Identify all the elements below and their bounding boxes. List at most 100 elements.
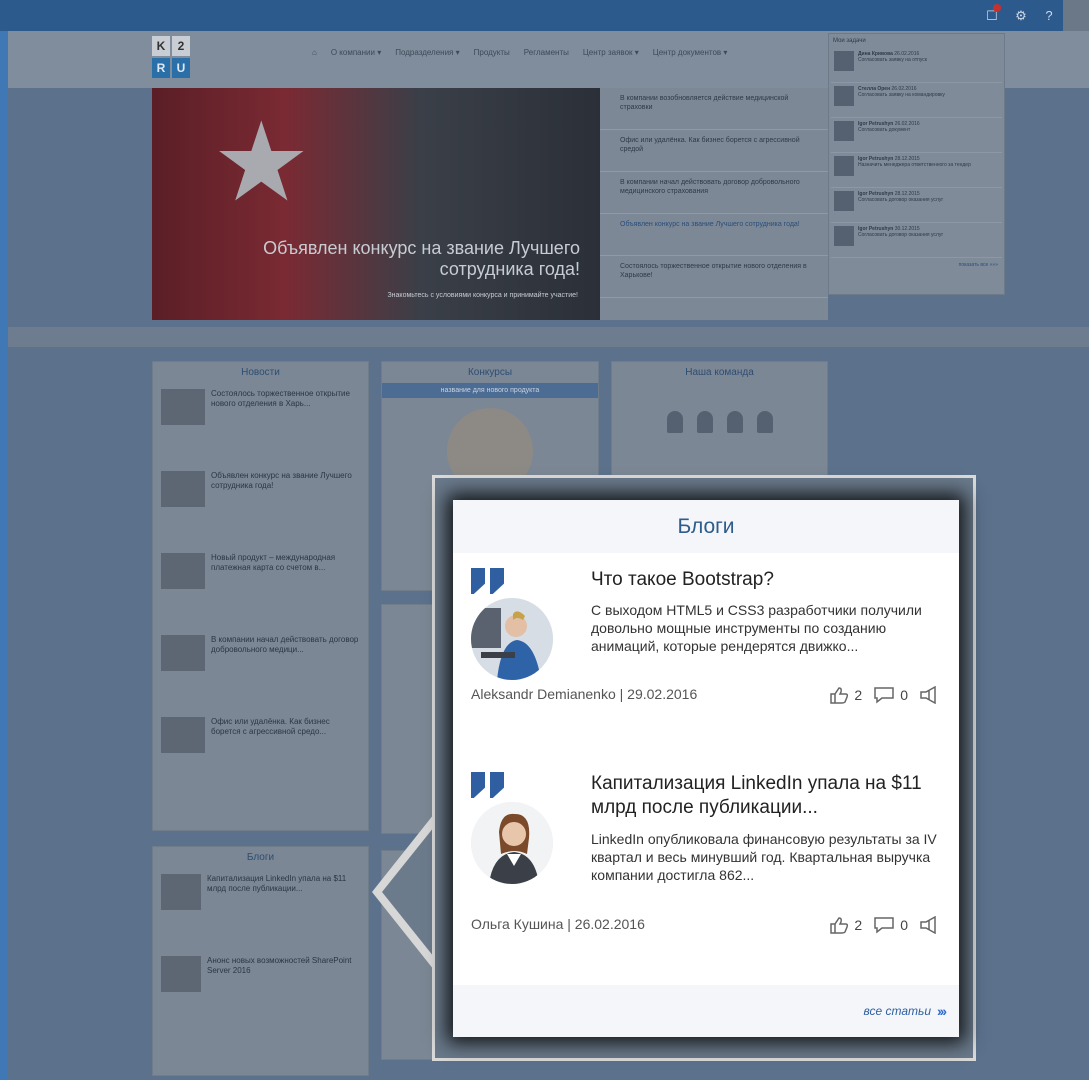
task-item[interactable]: Стелла Орен 26.02.2016 Согласовать заявку… (831, 83, 1002, 118)
nav-item-departments[interactable]: Подразделения ▾ (395, 48, 459, 57)
avatar (834, 121, 854, 141)
blogs-title: Блоги (453, 500, 959, 553)
logo-letter: R (152, 58, 170, 78)
hero-news-item[interactable]: Состоялось торжественное открытие нового… (600, 256, 828, 298)
task-text: Согласовать документ (858, 127, 911, 133)
tasks-dropdown: Мои задачи Дина Кривова 26.02.2016 Соглас… (828, 33, 1005, 295)
blog-item[interactable]: Капитализация LinkedIn упала на $11 млрд… (153, 868, 368, 950)
contests-widget-title: Конкурсы (467, 367, 513, 378)
blog-post-actions: 2 0 (829, 686, 941, 704)
tasks-icon[interactable]: ☐ (979, 0, 1005, 31)
like-icon[interactable] (829, 686, 849, 704)
comments-count: 0 (900, 917, 908, 933)
avatar (161, 874, 201, 910)
task-item[interactable]: Дина Кривова 26.02.2016 Согласовать заявк… (831, 48, 1002, 83)
blog-post-author: Ольга Кушина | 26.02.2016 (471, 916, 645, 932)
team-members (612, 383, 827, 433)
task-item[interactable]: Igor Petrushyn 28.12.2015 Согласовать дог… (831, 188, 1002, 223)
likes-count: 2 (854, 687, 863, 703)
comment-icon[interactable] (873, 916, 895, 934)
tasks-show-all-link[interactable]: показать все »»» (829, 258, 1004, 272)
hero-subtitle: Знакомьтесь с условиями конкурса и прини… (387, 292, 578, 299)
news-item-title: Состоялось торжественное открытие нового… (211, 389, 350, 408)
callout-pointer-inner (382, 822, 438, 962)
news-item[interactable]: Офис или удалёнка. Как бизнес борется с … (153, 711, 368, 793)
hero-news-item[interactable]: Объявлен конкурс на звание Лучшего сотру… (600, 214, 828, 256)
blog-item[interactable]: Анонс новых возможностей SharePoint Serv… (153, 950, 368, 1032)
news-thumbnail (161, 389, 205, 425)
news-item-title: Новый продукт – международная платежная … (211, 553, 336, 572)
blog-post-actions: 2 0 (829, 916, 941, 934)
hero-title: Объявлен конкурс на звание Лучшего сотру… (263, 238, 580, 279)
nav-item-regulations[interactable]: Регламенты (524, 48, 569, 57)
blog-item-title: Анонс новых возможностей SharePoint Serv… (207, 956, 352, 975)
news-item[interactable]: Состоялось торжественное открытие нового… (153, 383, 368, 465)
contest-subtitle: название для нового продукта (382, 383, 598, 398)
news-thumbnail (161, 717, 205, 753)
task-text: Согласовать заявку на отпуск (858, 57, 927, 63)
task-text: Согласовать договор оказания услуг (858, 232, 944, 238)
avatar[interactable] (666, 411, 683, 433)
task-item[interactable]: Igor Petrushyn 26.02.2016 Согласовать док… (831, 118, 1002, 153)
notification-badge (993, 4, 1001, 12)
logo[interactable]: K 2 R U (152, 36, 190, 78)
avatar[interactable] (726, 411, 743, 433)
avatar[interactable] (696, 411, 713, 433)
avatar[interactable] (471, 802, 553, 884)
logo-letter: U (172, 58, 190, 78)
task-text: Назначить менеджера ответственного за те… (858, 162, 971, 168)
quote-icon (471, 772, 504, 798)
avatar (161, 956, 201, 992)
hero-news-item[interactable]: Офис или удалёнка. Как бизнес борется с … (600, 130, 828, 172)
like-icon[interactable] (829, 916, 849, 934)
task-item[interactable]: Igor Petrushyn 28.12.2015 Назначить менед… (831, 153, 1002, 188)
divider-band (8, 327, 1089, 347)
hero-banner[interactable]: ★ Объявлен конкурс на звание Лучшего сот… (152, 88, 600, 320)
hero-news-item[interactable]: В компании возобновляется действие медиц… (600, 88, 828, 130)
blog-post-excerpt: С выходом HTML5 и CSS3 разработчики полу… (591, 602, 922, 654)
blogs-zoom-popup: Блоги Что такое Bootstrap? С выходом HTM… (432, 475, 976, 1061)
all-articles-link[interactable]: все статьи ››› (453, 985, 959, 1037)
nav-item-company[interactable]: О компании ▾ (331, 48, 381, 57)
blogs-widget-title: Блоги (246, 852, 275, 863)
news-item-title: Офис или удалёнка. Как бизнес борется с … (211, 717, 330, 736)
blog-post[interactable]: Что такое Bootstrap? С выходом HTML5 и C… (453, 568, 959, 728)
star-award-icon: ★ (212, 101, 311, 224)
task-item[interactable]: Igor Petrushyn 30.12.2015 Согласовать дог… (831, 223, 1002, 258)
blogs-widget-small: Блоги Капитализация LinkedIn упала на $1… (152, 846, 369, 1076)
nav-item-documents[interactable]: Центр документов ▾ (653, 48, 728, 57)
team-widget: Наша команда (611, 361, 828, 481)
gear-icon[interactable]: ⚙ (1008, 0, 1034, 31)
team-widget-title: Наша команда (685, 367, 754, 378)
user-avatar[interactable] (1063, 0, 1089, 31)
nav-item-products[interactable]: Продукты (474, 48, 510, 57)
hero-news-list: В компании возобновляется действие медиц… (600, 88, 828, 320)
avatar[interactable] (471, 598, 553, 680)
avatar (834, 51, 854, 71)
news-widget-title: Новости (241, 367, 280, 378)
all-articles-label: все статьи (863, 1004, 931, 1018)
hero-news-item[interactable]: В компании начал действовать договор доб… (600, 172, 828, 214)
nav-item-requests[interactable]: Центр заявок ▾ (583, 48, 639, 57)
help-icon[interactable]: ? (1036, 0, 1062, 31)
avatar[interactable] (756, 411, 773, 433)
news-item[interactable]: Новый продукт – международная платежная … (153, 547, 368, 629)
chevrons-right-icon: ››› (937, 1003, 947, 1019)
blog-post-title[interactable]: Капитализация LinkedIn упала на $11 млрд… (591, 772, 946, 820)
blogs-panel: Блоги Что такое Bootstrap? С выходом HTM… (453, 500, 959, 1037)
comment-icon[interactable] (873, 686, 895, 704)
blog-post-title[interactable]: Что такое Bootstrap? (591, 568, 946, 592)
share-icon[interactable] (919, 916, 941, 934)
share-icon[interactable] (919, 686, 941, 704)
news-item[interactable]: В компании начал действовать договор доб… (153, 629, 368, 711)
news-item[interactable]: Объявлен конкурс на звание Лучшего сотру… (153, 465, 368, 547)
blog-post-excerpt: LinkedIn опубликовала финансовую результ… (591, 831, 937, 883)
comments-count: 0 (900, 687, 908, 703)
quote-icon (471, 568, 504, 594)
home-icon[interactable]: ⌂ (312, 48, 317, 57)
blog-item-title: Капитализация LinkedIn упала на $11 млрд… (207, 874, 347, 893)
news-item-title: В компании начал действовать договор доб… (211, 635, 359, 654)
blog-post[interactable]: Капитализация LinkedIn упала на $11 млрд… (453, 772, 959, 934)
news-widget: Новости Состоялось торжественное открыти… (152, 361, 369, 831)
news-item-title: Объявлен конкурс на звание Лучшего сотру… (211, 471, 352, 490)
